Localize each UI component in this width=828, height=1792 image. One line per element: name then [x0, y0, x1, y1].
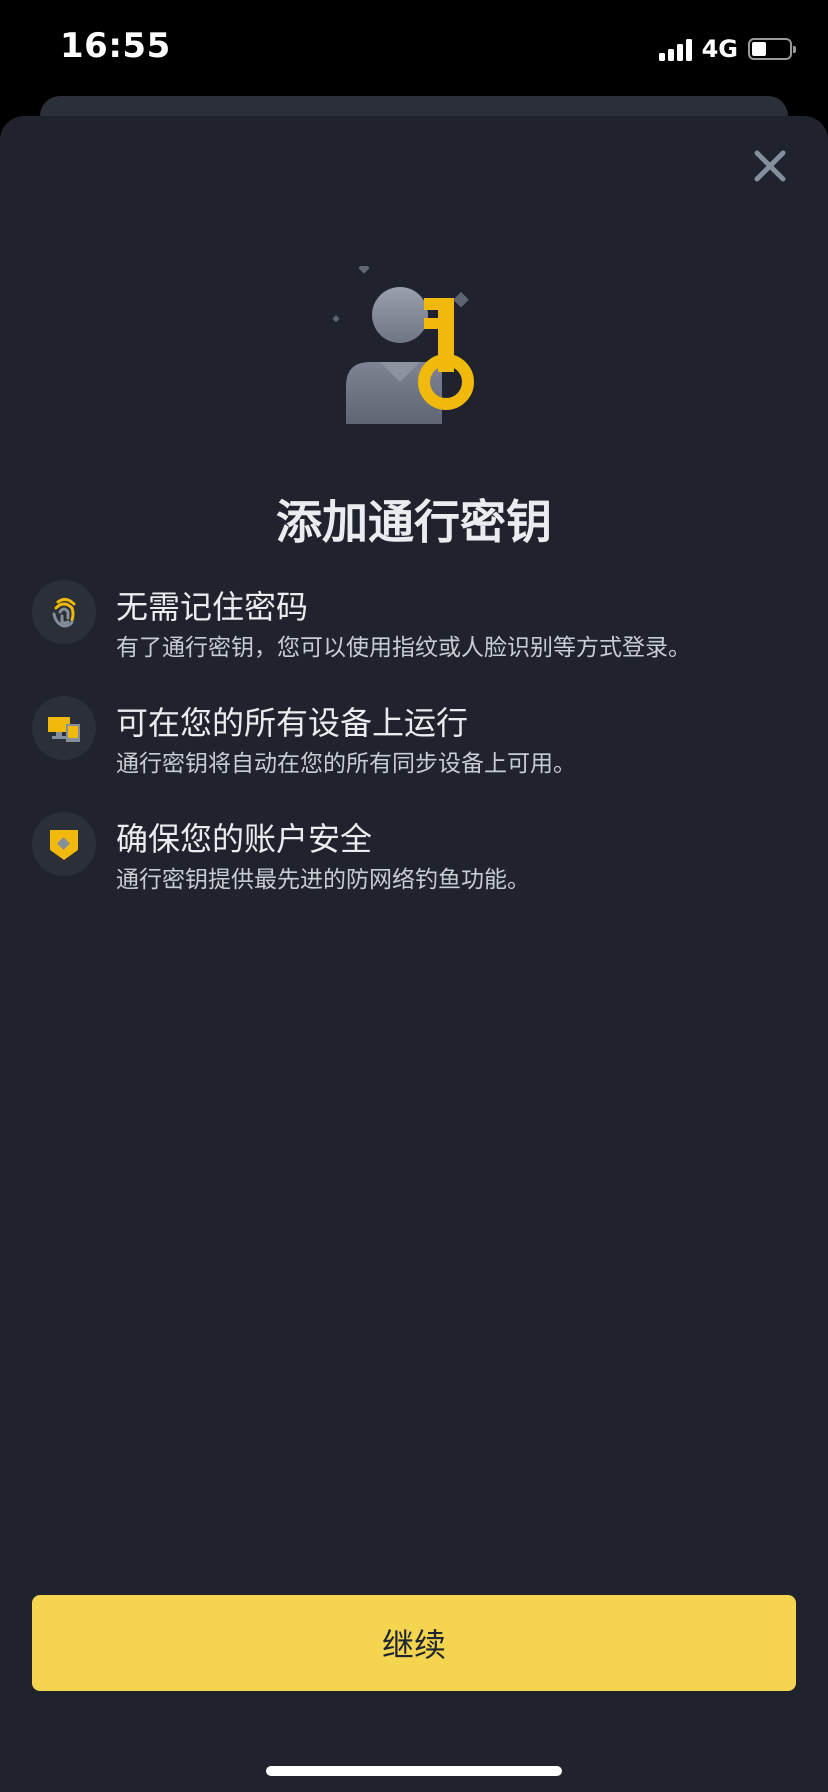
feature-title: 可在您的所有设备上运行 [116, 704, 469, 742]
battery-icon [748, 38, 796, 60]
feature-no-password: 无需记住密码 有了通行密钥，您可以使用指纹或人脸识别等方式登录。 [32, 580, 796, 696]
continue-button[interactable]: 继续 [32, 1595, 796, 1691]
passkey-sheet: 添加通行密钥 无需记住密码 有了通行密钥，您可以使用指纹或人脸识别等方式登录。 [0, 116, 828, 1792]
feature-description: 有了通行密钥，您可以使用指纹或人脸识别等方式登录。 [116, 635, 691, 661]
feature-description: 通行密钥将自动在您的所有同步设备上可用。 [116, 751, 576, 777]
page-title: 添加通行密钥 [276, 495, 552, 549]
close-icon [754, 150, 786, 182]
feature-list: 无需记住密码 有了通行密钥，您可以使用指纹或人脸识别等方式登录。 可在您的所有设… [32, 580, 796, 928]
fingerprint-icon [32, 580, 96, 644]
feature-all-devices: 可在您的所有设备上运行 通行密钥将自动在您的所有同步设备上可用。 [32, 696, 796, 812]
home-indicator [266, 1766, 562, 1776]
close-button[interactable] [748, 144, 792, 188]
feature-account-security: 确保您的账户安全 通行密钥提供最先进的防网络钓鱼功能。 [32, 812, 796, 928]
battery-level [752, 42, 767, 56]
status-time: 16:55 [60, 26, 171, 66]
user-key-illustration [332, 266, 474, 424]
signal-icon [658, 37, 692, 61]
feature-description: 通行密钥提供最先进的防网络钓鱼功能。 [116, 867, 530, 893]
feature-title: 确保您的账户安全 [116, 820, 373, 858]
shield-icon [32, 812, 96, 876]
devices-icon [32, 696, 96, 760]
status-bar: 16:55 4G [0, 0, 828, 96]
network-type: 4G [701, 35, 738, 63]
feature-title: 无需记住密码 [116, 588, 309, 626]
status-indicators: 4G [658, 34, 796, 64]
